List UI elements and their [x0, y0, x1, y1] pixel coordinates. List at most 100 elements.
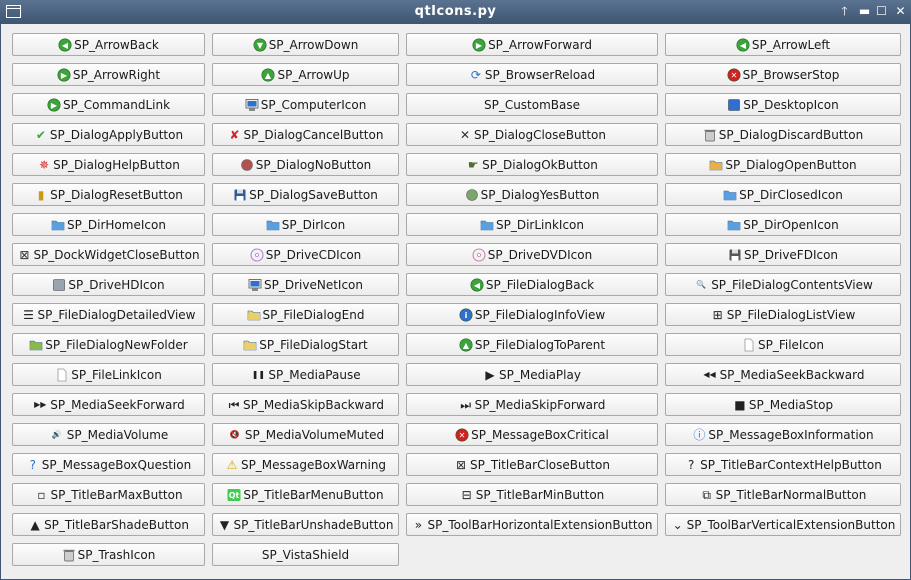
- icon-button-sp-desktopicon[interactable]: SP_DesktopIcon: [665, 93, 901, 116]
- icon-button-sp-vistashield[interactable]: SP_VistaShield: [212, 543, 399, 566]
- icon-button-sp-dockwidgetclosebutton[interactable]: ⊠ SP_DockWidgetCloseButton: [12, 243, 205, 266]
- icon-button-label: SP_ArrowDown: [268, 37, 359, 52]
- icon-button-sp-mediastop[interactable]: ■ SP_MediaStop: [665, 393, 901, 416]
- icon-button-label: SP_MediaVolumeMuted: [244, 427, 385, 442]
- icon-button-sp-titlebarshadebutton[interactable]: ▲ SP_TitleBarShadeButton: [12, 513, 205, 536]
- shade-up-icon[interactable]: 🡑: [837, 4, 852, 19]
- icon-button-sp-mediaskipforward[interactable]: ⏭ SP_MediaSkipForward: [406, 393, 658, 416]
- icon-button-sp-arrowright[interactable]: ▶ SP_ArrowRight: [12, 63, 205, 86]
- icon-button-sp-dialogdiscardbutton[interactable]: SP_DialogDiscardButton: [665, 123, 901, 146]
- icon-button-sp-filedialogtoparent[interactable]: ▲ SP_FileDialogToParent: [406, 333, 658, 356]
- icon-button-sp-mediavolume[interactable]: 🔊 SP_MediaVolume: [12, 423, 205, 446]
- icon-button-sp-dialogsavebutton[interactable]: SP_DialogSaveButton: [212, 183, 399, 206]
- icon-button-label: SP_TitleBarUnshadeButton: [233, 517, 394, 532]
- icon-button-label: SP_DriveFDIcon: [743, 247, 839, 262]
- icon-button-sp-commandlink[interactable]: ▶ SP_CommandLink: [12, 93, 205, 116]
- icon-button-sp-trashicon[interactable]: SP_TrashIcon: [12, 543, 205, 566]
- network-drive-icon: [248, 278, 262, 292]
- icon-button-sp-mediaseekbackward[interactable]: ◀◀ SP_MediaSeekBackward: [665, 363, 901, 386]
- icon-button-sp-titlebarminbutton[interactable]: ⊟ SP_TitleBarMinButton: [406, 483, 658, 506]
- icon-button-sp-driveneticon[interactable]: SP_DriveNetIcon: [212, 273, 399, 296]
- icon-button-sp-browserstop[interactable]: ✕ SP_BrowserStop: [665, 63, 901, 86]
- icon-button-sp-dialogopenbutton[interactable]: SP_DialogOpenButton: [665, 153, 901, 176]
- icon-button-sp-dialogapplybutton[interactable]: ✔ SP_DialogApplyButton: [12, 123, 205, 146]
- icon-button-sp-browserreload[interactable]: ⟳ SP_BrowserReload: [406, 63, 658, 86]
- icon-button-sp-filedialogback[interactable]: ◀ SP_FileDialogBack: [406, 273, 658, 296]
- icon-button-sp-arrowleft[interactable]: ◀ SP_ArrowLeft: [665, 33, 901, 56]
- icon-button-sp-arrowup[interactable]: ▲ SP_ArrowUp: [212, 63, 399, 86]
- icon-button-sp-drivefdicon[interactable]: SP_DriveFDIcon: [665, 243, 901, 266]
- information-icon: ⓘ: [693, 427, 706, 442]
- icon-button-sp-diropenicon[interactable]: SP_DirOpenIcon: [665, 213, 901, 236]
- icon-button-sp-dirlinkicon[interactable]: SP_DirLinkIcon: [406, 213, 658, 236]
- icon-button-sp-dialognobutton[interactable]: SP_DialogNoButton: [212, 153, 399, 176]
- icon-button-sp-dialogyesbutton[interactable]: SP_DialogYesButton: [406, 183, 658, 206]
- icon-button-label: SP_DriveHDIcon: [68, 277, 165, 292]
- icon-button-label: SP_DirClosedIcon: [739, 187, 843, 202]
- stop-icon: ■: [734, 397, 746, 412]
- icon-button-sp-messageboxcritical[interactable]: ✕ SP_MessageBoxCritical: [406, 423, 658, 446]
- maximize-icon[interactable]: ☐: [874, 4, 889, 19]
- close-icon[interactable]: ✕: [893, 4, 908, 19]
- icon-button-sp-filedialognewfolder[interactable]: SP_FileDialogNewFolder: [12, 333, 205, 356]
- icon-button-sp-messageboxinformation[interactable]: ⓘ SP_MessageBoxInformation: [665, 423, 901, 446]
- icon-button-sp-mediapause[interactable]: ❚❚ SP_MediaPause: [212, 363, 399, 386]
- icon-button-sp-fileicon[interactable]: SP_FileIcon: [665, 333, 901, 356]
- icon-button-sp-computericon[interactable]: SP_ComputerIcon: [212, 93, 399, 116]
- icon-button-sp-titlebarmenubutton[interactable]: Qt SP_TitleBarMenuButton: [212, 483, 399, 506]
- icon-button-label: SP_DriveCDIcon: [265, 247, 362, 262]
- icon-button-sp-messageboxquestion[interactable]: ? SP_MessageBoxQuestion: [12, 453, 205, 476]
- icon-button-label: SP_MessageBoxInformation: [708, 427, 874, 442]
- icon-button-sp-titlebarclosebutton[interactable]: ⊠ SP_TitleBarCloseButton: [406, 453, 658, 476]
- icon-button-sp-dialogclosebutton[interactable]: ✕ SP_DialogCloseButton: [406, 123, 658, 146]
- icon-button-sp-dirclosedicon[interactable]: SP_DirClosedIcon: [665, 183, 901, 206]
- icon-button-sp-filelinkicon[interactable]: SP_FileLinkIcon: [12, 363, 205, 386]
- lifebuoy-icon: ✵: [39, 157, 50, 172]
- icon-button-sp-arrowdown[interactable]: ▼ SP_ArrowDown: [212, 33, 399, 56]
- icon-button-sp-filedialoginfoview[interactable]: i SP_FileDialogInfoView: [406, 303, 658, 326]
- icon-button-sp-filedialogdetailedview[interactable]: ☰ SP_FileDialogDetailedView: [12, 303, 205, 326]
- icon-button-sp-titlebarnormalbutton[interactable]: ⧉ SP_TitleBarNormalButton: [665, 483, 901, 506]
- icon-button-sp-arrowforward[interactable]: ▶ SP_ArrowForward: [406, 33, 658, 56]
- green-arrow-down-icon: ▼: [253, 38, 267, 52]
- icon-button-sp-drivedvdicon[interactable]: SP_DriveDVDIcon: [406, 243, 658, 266]
- icon-button-sp-dialoghelpbutton[interactable]: ✵ SP_DialogHelpButton: [12, 153, 205, 176]
- dvd-icon: [472, 247, 486, 262]
- icon-button-sp-titlebarunshadebutton[interactable]: ▼ SP_TitleBarUnshadeButton: [212, 513, 399, 536]
- icon-button-sp-filedialoglistview[interactable]: ⊞ SP_FileDialogListView: [665, 303, 901, 326]
- svg-text:✕: ✕: [730, 71, 737, 80]
- minimize-icon[interactable]: ▬: [857, 4, 872, 19]
- icon-button-sp-titlebarmaxbutton[interactable]: ▫ SP_TitleBarMaxButton: [12, 483, 205, 506]
- icon-button-sp-filedialogend[interactable]: SP_FileDialogEnd: [212, 303, 399, 326]
- icon-button-sp-mediaseekforward[interactable]: ▶▶ SP_MediaSeekForward: [12, 393, 205, 416]
- icon-button-sp-mediaskipbackward[interactable]: ⏮ SP_MediaSkipBackward: [212, 393, 399, 416]
- trash-icon: [703, 128, 717, 142]
- icon-button-sp-filedialogstart[interactable]: SP_FileDialogStart: [212, 333, 399, 356]
- icon-button-sp-titlebarcontexthelpbutton[interactable]: ? SP_TitleBarContextHelpButton: [665, 453, 901, 476]
- icon-button-sp-dialogresetbutton[interactable]: ▮ SP_DialogResetButton: [12, 183, 205, 206]
- stop-x-icon: ✕: [727, 68, 741, 82]
- icon-button-label: SP_FileDialogNewFolder: [45, 337, 188, 352]
- double-chevron-down-icon: ⌄: [672, 517, 683, 532]
- icon-button-sp-diricon[interactable]: SP_DirIcon: [212, 213, 399, 236]
- detail-list-icon: ☰: [23, 307, 34, 322]
- icon-button-sp-custombase[interactable]: SP_CustomBase: [406, 93, 658, 116]
- icon-button-label: SP_BrowserReload: [484, 67, 596, 82]
- icon-button-sp-mediavolumemuted[interactable]: 🔇 SP_MediaVolumeMuted: [212, 423, 399, 446]
- green-arrow-left-icon: ◀: [58, 38, 72, 52]
- icon-button-label: SP_ComputerIcon: [260, 97, 367, 112]
- icon-button-sp-drivecdicon[interactable]: SP_DriveCDIcon: [212, 243, 399, 266]
- icon-button-sp-filedialogcontentsview[interactable]: 🔍 SP_FileDialogContentsView: [665, 273, 901, 296]
- icon-button-sp-toolbarhorizontalextensionbutton[interactable]: » SP_ToolBarHorizontalExtensionButton: [406, 513, 658, 536]
- icon-button-sp-toolbarverticalextensionbutton[interactable]: ⌄ SP_ToolBarVerticalExtensionButton: [665, 513, 901, 536]
- red-x-icon: ✘: [229, 127, 240, 142]
- icon-button-sp-arrowback[interactable]: ◀ SP_ArrowBack: [12, 33, 205, 56]
- icon-button-sp-dialogcancelbutton[interactable]: ✘ SP_DialogCancelButton: [212, 123, 399, 146]
- icon-button-sp-drivehdicon[interactable]: SP_DriveHDIcon: [12, 273, 205, 296]
- icon-button-sp-messageboxwarning[interactable]: ⚠ SP_MessageBoxWarning: [212, 453, 399, 476]
- icon-button-sp-dirhomeicon[interactable]: SP_DirHomeIcon: [12, 213, 205, 236]
- icon-button-sp-dialogokbutton[interactable]: ☛ SP_DialogOkButton: [406, 153, 658, 176]
- icon-button-label: SP_DialogResetButton: [50, 187, 183, 202]
- desktop-icon: [727, 98, 741, 112]
- icon-button-sp-mediaplay[interactable]: ▶ SP_MediaPlay: [406, 363, 658, 386]
